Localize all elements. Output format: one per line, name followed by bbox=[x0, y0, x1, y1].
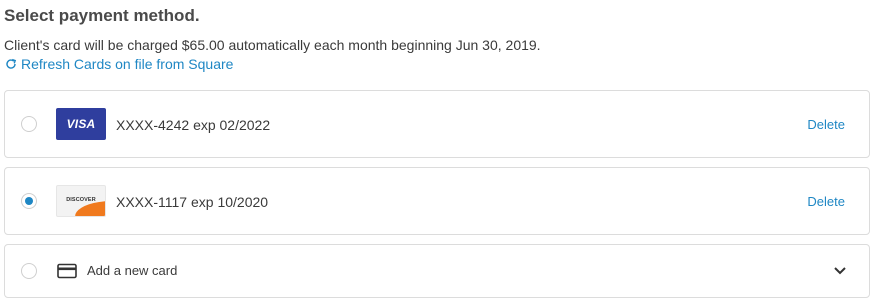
delete-card-button[interactable]: Delete bbox=[807, 194, 845, 209]
new-card-radio[interactable] bbox=[21, 263, 37, 279]
card-number: XXXX-1117 bbox=[116, 194, 188, 210]
card-radio-visa[interactable] bbox=[21, 116, 37, 132]
visa-logo-text: VISA bbox=[66, 117, 96, 131]
add-new-card-row[interactable]: Add a new card bbox=[4, 244, 870, 298]
delete-card-button[interactable]: Delete bbox=[807, 117, 845, 132]
card-details: XXXX-4242 exp 02/2022 bbox=[116, 117, 270, 133]
chevron-down-icon[interactable] bbox=[833, 266, 847, 276]
card-number: XXXX-4242 bbox=[116, 117, 190, 133]
discover-logo-text: DISCOVER bbox=[66, 197, 96, 203]
charge-description: Client's card will be charged $65.00 aut… bbox=[4, 37, 541, 53]
visa-logo: VISA bbox=[56, 108, 106, 140]
saved-card-row[interactable]: VISA XXXX-4242 exp 02/2022 Delete bbox=[4, 90, 870, 158]
add-new-card-label: Add a new card bbox=[87, 263, 178, 278]
page-title: Select payment method. bbox=[4, 6, 200, 25]
saved-card-row[interactable]: DISCOVER XXXX-1117 exp 10/2020 Delete bbox=[4, 167, 870, 235]
refresh-icon bbox=[6, 58, 17, 69]
refresh-cards-link[interactable]: Refresh Cards on file from Square bbox=[5, 56, 233, 72]
credit-card-icon bbox=[57, 263, 77, 279]
card-expiration: exp 10/2020 bbox=[190, 194, 269, 210]
card-radio-discover[interactable] bbox=[21, 193, 37, 209]
refresh-cards-label: Refresh Cards on file from Square bbox=[21, 56, 234, 72]
card-expiration: exp 02/2022 bbox=[193, 117, 271, 133]
discover-logo: DISCOVER bbox=[56, 185, 106, 217]
card-details: XXXX-1117 exp 10/2020 bbox=[116, 194, 268, 210]
